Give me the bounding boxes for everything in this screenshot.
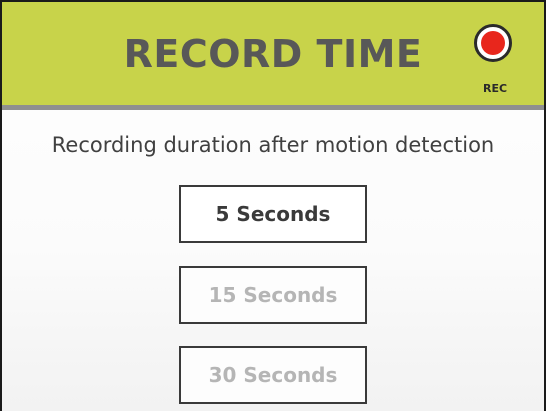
header-bar: RECORD TIME REC bbox=[2, 2, 544, 110]
instruction-text: Recording duration after motion detectio… bbox=[51, 133, 495, 157]
record-dot-icon bbox=[481, 31, 505, 55]
record-time-screen: RECORD TIME REC Recording duration after… bbox=[0, 0, 546, 411]
rec-label: REC bbox=[482, 82, 508, 95]
rec-indicator: REC bbox=[472, 22, 518, 104]
option-30-seconds-button[interactable]: 30 Seconds bbox=[179, 346, 367, 404]
record-icon bbox=[474, 24, 512, 62]
option-15-seconds-button[interactable]: 15 Seconds bbox=[179, 266, 367, 324]
page-title: RECORD TIME bbox=[123, 32, 423, 76]
option-5-seconds-button[interactable]: 5 Seconds bbox=[179, 185, 367, 243]
